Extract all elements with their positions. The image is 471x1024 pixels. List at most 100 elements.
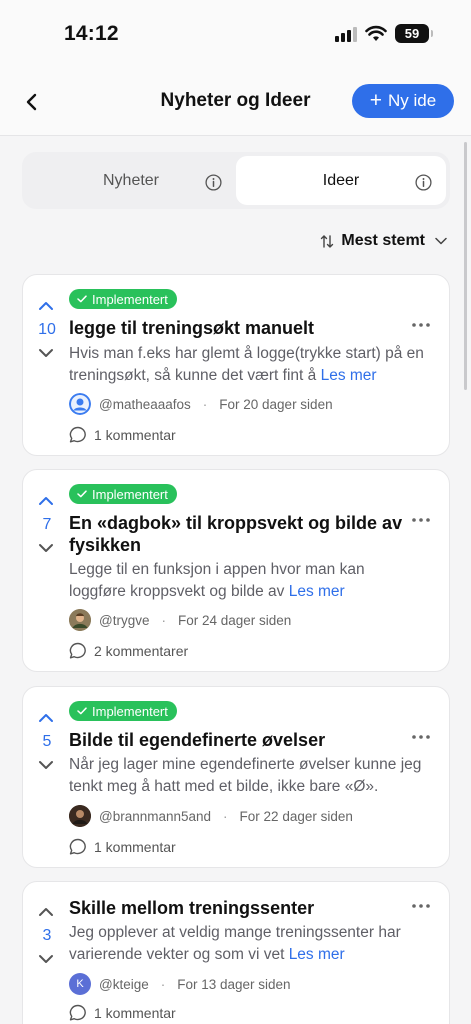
tab-news[interactable]: Nyheter: [26, 156, 236, 205]
author-row: K @kteige · For 13 dager siden: [69, 973, 291, 995]
upvote-chevron-icon[interactable]: [36, 494, 56, 508]
checkmark-icon: [77, 490, 87, 498]
comment-count: 1 kommentar: [94, 1004, 176, 1021]
read-more-link[interactable]: Les mer: [289, 946, 345, 963]
idea-card[interactable]: 10 Implementert legge til treningsøkt ma…: [22, 274, 450, 456]
idea-title[interactable]: legge til treningsøkt manuelt: [69, 317, 409, 339]
status-badge: Implementert: [69, 289, 177, 309]
status-badge-label: Implementert: [92, 703, 168, 719]
status-bar: 14:12 59: [0, 0, 471, 68]
status-icons: 59: [335, 24, 433, 43]
vote-count: 3: [42, 927, 52, 944]
more-options-icon[interactable]: [411, 517, 431, 523]
speech-bubble-icon: [69, 1004, 86, 1021]
vote-count: 10: [38, 321, 56, 338]
status-badge-label: Implementert: [92, 291, 168, 307]
idea-card[interactable]: 3 Skille mellom treningssenter Jeg opple…: [22, 881, 450, 1024]
idea-description: Når jeg lager mine egendefinerte øvelser…: [69, 756, 422, 795]
read-more-link[interactable]: Les mer: [321, 367, 377, 384]
post-time: For 13 dager siden: [177, 976, 291, 992]
downvote-chevron-icon[interactable]: [36, 346, 56, 360]
idea-card[interactable]: 5 Implementert Bilde til egendefinerte ø…: [22, 686, 450, 868]
post-time: For 22 dager siden: [239, 808, 353, 824]
tab-news-label: Nyheter: [102, 171, 160, 189]
avatar[interactable]: [69, 609, 91, 631]
plus-icon: +: [369, 88, 383, 112]
author-name[interactable]: @matheaaafos: [99, 397, 191, 412]
vote-widget: 3: [36, 905, 58, 966]
speech-bubble-icon: [69, 642, 86, 659]
idea-description-text: Jeg opplever at veldig mange treningssen…: [69, 924, 401, 963]
comment-count: 2 kommentarer: [94, 642, 189, 659]
info-icon[interactable]: [205, 174, 222, 191]
battery-indicator: 59: [395, 24, 433, 43]
post-time: For 24 dager siden: [177, 612, 292, 628]
back-arrow-icon[interactable]: [18, 88, 46, 116]
comments-link[interactable]: 2 kommentarer: [69, 642, 188, 659]
sort-label: Mest stemt: [341, 232, 425, 249]
separator-dot: ·: [161, 612, 166, 628]
avatar[interactable]: K: [69, 973, 91, 995]
separator-dot: ·: [160, 976, 166, 992]
comments-link[interactable]: 1 kommentar: [69, 1004, 176, 1021]
status-badge-label: Implementert: [92, 486, 168, 502]
vote-widget: 5: [36, 711, 58, 772]
checkmark-icon: [77, 707, 87, 715]
idea-card[interactable]: 7 Implementert En «dagbok» til kroppsvek…: [22, 469, 450, 672]
idea-description: Legge til en funksjon i appen hvor man k…: [69, 559, 425, 602]
upvote-chevron-icon[interactable]: [36, 905, 56, 919]
downvote-chevron-icon[interactable]: [36, 952, 56, 966]
author-row: @trygve · For 24 dager siden: [69, 609, 291, 631]
more-options-icon[interactable]: [411, 903, 431, 909]
status-badge: Implementert: [69, 484, 177, 504]
comment-count: 1 kommentar: [94, 426, 176, 443]
idea-title[interactable]: Bilde til egendefinerte øvelser: [69, 729, 409, 751]
navigation-bar: Nyheter og Ideer + Ny ide: [0, 68, 471, 136]
idea-title[interactable]: En «dagbok» til kroppsvekt og bilde av f…: [69, 512, 409, 556]
speech-bubble-icon: [69, 426, 86, 443]
vote-count: 7: [42, 516, 52, 533]
tab-ideas[interactable]: Ideer: [236, 156, 446, 205]
status-time: 14:12: [64, 22, 119, 45]
downvote-chevron-icon[interactable]: [36, 541, 56, 555]
author-row: @brannmann5and · For 22 dager siden: [69, 805, 353, 827]
tab-ideas-label: Ideer: [322, 171, 360, 189]
info-icon[interactable]: [415, 174, 432, 191]
new-idea-button[interactable]: + Ny ide: [352, 84, 454, 118]
speech-bubble-icon: [69, 838, 86, 855]
author-row: @matheaaafos · For 20 dager siden: [69, 393, 333, 415]
author-name[interactable]: @trygve: [99, 613, 149, 628]
wifi-icon: [365, 25, 387, 41]
new-idea-label: Ny ide: [388, 91, 437, 110]
avatar[interactable]: [69, 805, 91, 827]
scrollbar[interactable]: [464, 142, 467, 390]
downvote-chevron-icon[interactable]: [36, 758, 56, 772]
upvote-chevron-icon[interactable]: [36, 299, 56, 313]
more-options-icon[interactable]: [411, 322, 431, 328]
upvote-chevron-icon[interactable]: [36, 711, 56, 725]
tab-switcher: Nyheter Ideer: [22, 152, 450, 209]
sort-dropdown[interactable]: Mest stemt: [320, 232, 447, 250]
author-name[interactable]: @brannmann5and: [99, 809, 211, 824]
comment-count: 1 kommentar: [94, 838, 176, 855]
vote-widget: 7: [36, 494, 58, 555]
battery-level: 59: [404, 26, 420, 41]
more-options-icon[interactable]: [411, 734, 431, 740]
idea-description: Hvis man f.eks har glemt å logge(trykke …: [69, 343, 425, 386]
status-badge: Implementert: [69, 701, 177, 721]
vote-count: 5: [42, 733, 52, 750]
idea-description: Jeg opplever at veldig mange treningssen…: [69, 922, 425, 965]
comments-link[interactable]: 1 kommentar: [69, 426, 176, 443]
idea-title[interactable]: Skille mellom treningssenter: [69, 897, 409, 919]
comments-link[interactable]: 1 kommentar: [69, 838, 176, 855]
author-name[interactable]: @kteige: [99, 977, 149, 992]
cellular-signal-icon: [335, 26, 357, 42]
avatar[interactable]: [69, 393, 91, 415]
chevron-down-icon: [435, 237, 447, 245]
separator-dot: ·: [202, 396, 208, 412]
checkmark-icon: [77, 295, 87, 303]
read-more-link[interactable]: Les mer: [289, 583, 345, 600]
sort-arrows-icon: [321, 234, 334, 248]
separator-dot: ·: [223, 808, 228, 824]
post-time: For 20 dager siden: [219, 396, 333, 412]
